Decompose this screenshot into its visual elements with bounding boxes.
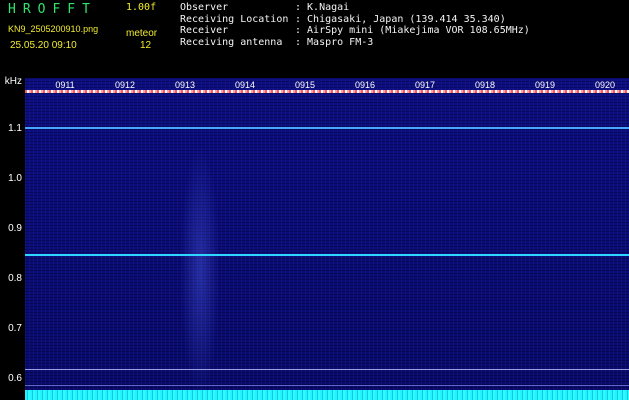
y-tick-label: 0.9 <box>8 223 22 234</box>
time-tick-label: 0914 <box>234 80 256 90</box>
time-tick-label: 0920 <box>594 80 616 90</box>
time-tick-label: 0915 <box>294 80 316 90</box>
meta-label: Receiver <box>180 25 229 36</box>
axis-unit-label: kHz <box>4 76 22 87</box>
time-marker-band <box>25 90 629 93</box>
reference-line <box>25 385 629 386</box>
spectrogram: 0911 0912 0913 0914 0915 0916 0917 0918 … <box>25 78 629 400</box>
time-axis: 0911 0912 0913 0914 0915 0916 0917 0918 … <box>25 78 629 90</box>
meta-label: Receiving Location <box>180 13 289 25</box>
time-tick-label: 0913 <box>174 80 196 90</box>
meta-value: : Chigasaki, Japan (139.414 35.340) <box>295 13 506 25</box>
y-tick-label: 0.6 <box>8 373 22 384</box>
meta-row: Receiving antenna : Maspro FM-3 <box>180 37 530 49</box>
carrier-line <box>25 254 629 256</box>
meta-label: Observer <box>180 2 229 13</box>
y-tick-label: 0.7 <box>8 323 22 334</box>
app-logo: HROFFT <box>8 2 97 17</box>
station-info: Observer : K.Nagai Receiving Location : Ch… <box>180 2 530 48</box>
carrier-line <box>25 127 629 129</box>
frequency-axis: kHz 1.1 1.0 0.9 0.8 0.7 0.6 <box>0 75 25 400</box>
program-label: meteor <box>126 28 158 39</box>
header: HROFFT 1.00f KN9_2505200910.png meteor 2… <box>0 0 629 75</box>
meta-label: Receiving antenna <box>180 36 283 48</box>
meta-row: Observer : K.Nagai <box>180 2 530 14</box>
time-tick-label: 0917 <box>414 80 436 90</box>
version-label: 1.00f <box>126 2 157 13</box>
y-tick-label: 0.8 <box>8 273 22 284</box>
meta-value: : Maspro FM-3 <box>295 36 374 48</box>
time-tick-label: 0919 <box>534 80 556 90</box>
meta-row: Receiver : AirSpy mini (Miakejima VOR 108… <box>180 25 530 37</box>
y-tick-label: 1.0 <box>8 173 22 184</box>
time-tick-label: 0916 <box>354 80 376 90</box>
time-tick-label: 0911 <box>55 80 75 90</box>
reference-line <box>25 369 629 370</box>
y-tick-label: 1.1 <box>8 123 22 134</box>
meta-row: Receiving Location : Chigasaki, Japan (13… <box>180 14 530 26</box>
count-value: 12 <box>140 40 152 51</box>
time-tick-label: 0912 <box>114 80 136 90</box>
noise-floor-band <box>25 390 629 400</box>
meta-value: : AirSpy mini (Miakejima VOR 108.65MHz) <box>295 25 530 36</box>
file-name: KN9_2505200910.png <box>8 24 99 34</box>
meta-value: : K.Nagai <box>295 2 350 13</box>
date-time: 25.05.20 09:10 <box>10 40 77 51</box>
time-tick-label: 0918 <box>474 80 496 90</box>
